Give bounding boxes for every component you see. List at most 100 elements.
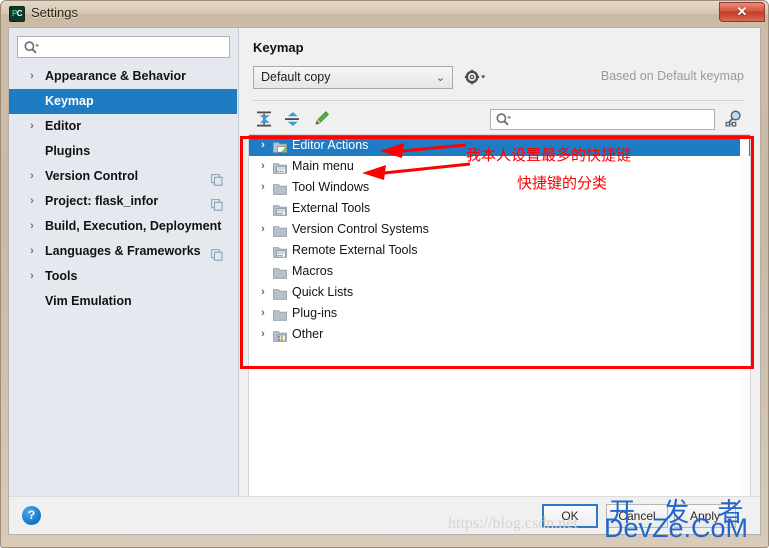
folder-other-icon [272,328,287,342]
sidebar-item-label: Build, Execution, Deployment [45,219,222,233]
help-button[interactable]: ? [22,506,41,525]
chevron-right-icon[interactable]: › [257,282,269,303]
chevron-right-icon[interactable]: › [27,214,37,239]
chevron-right-icon[interactable]: › [257,303,269,324]
chevron-right-icon[interactable]: › [27,164,37,189]
chevron-right-icon[interactable]: › [27,189,37,214]
folder-icon [272,286,287,300]
copy-settings-icon[interactable] [211,195,223,211]
keymap-select-value: Default copy [261,70,331,84]
settings-sidebar: › Appearance & Behavior Keymap › Editor Plugi… [9,28,239,498]
tree-row[interactable]: › Main menu [249,156,750,177]
tree-row-label: Version Control Systems [292,222,429,236]
ok-button[interactable]: OK [542,504,598,528]
action-tree[interactable]: › Editor Actions › Main menu › Tool Windows Ex… [248,134,751,529]
expand-all-icon[interactable] [253,108,275,130]
keymap-select[interactable]: Default copy ⌄ [253,66,453,89]
folder-icon [272,265,287,279]
tree-row[interactable]: › Version Control Systems [249,219,750,240]
chevron-right-icon[interactable]: › [257,219,269,240]
page-title: Keymap [253,40,304,55]
tree-row-label: Remote External Tools [292,243,418,257]
copy-settings-icon[interactable] [211,245,223,261]
keymap-panel: Keymap Default copy ⌄ Based on Default k… [240,28,760,534]
dialog-content: › Appearance & Behavior Keymap › Editor Plugi… [8,27,761,535]
tree-row[interactable]: › Plug-ins [249,303,750,324]
dialog-footer: ? OK Cancel Apply [9,496,760,534]
action-tree-rows: › Editor Actions › Main menu › Tool Windows Ex… [249,135,750,345]
close-button[interactable]: ✕ [719,2,765,22]
search-icon [23,40,39,56]
keymap-toolbar [240,106,760,134]
action-search-input[interactable] [516,111,706,128]
sidebar-item-label: Languages & Frameworks [45,244,201,258]
tree-row[interactable]: › Quick Lists [249,282,750,303]
apply-button[interactable]: Apply [674,504,736,528]
window-title: Settings [31,5,78,20]
tree-row[interactable]: Macros [249,261,750,282]
sidebar-item-label: Keymap [45,94,94,108]
sidebar-item-editor[interactable]: › Editor [9,114,237,139]
tree-row-label: Quick Lists [292,285,354,299]
settings-window: PC Settings ✕ › Appearance & Behavior Keym… [0,0,769,548]
tree-row[interactable]: External Tools [249,198,750,219]
sidebar-item-version-control[interactable]: › Version Control [9,164,237,189]
sidebar-item-label: Vim Emulation [45,294,132,308]
search-icon [495,112,511,128]
sidebar-item-tools[interactable]: › Tools [9,264,237,289]
sidebar-item-label: Editor [45,119,82,133]
cancel-button[interactable]: Cancel [606,504,668,528]
edit-pencil-icon[interactable] [310,108,332,130]
tree-row-label: Plug-ins [292,306,338,320]
sidebar-search-box[interactable] [17,36,230,58]
action-search-box[interactable] [490,109,715,130]
folder-menu-icon [272,160,287,174]
tree-scrollbar[interactable] [740,136,749,527]
copy-settings-icon[interactable] [211,170,223,186]
collapse-all-icon[interactable] [281,108,303,130]
chevron-right-icon[interactable]: › [27,64,37,89]
sidebar-item-label: Tools [45,269,78,283]
tree-row[interactable]: › Other [249,324,750,345]
folder-tools-icon [272,202,287,216]
tree-row-label: Main menu [292,159,354,173]
based-on-label: Based on Default keymap [600,69,744,83]
gear-button[interactable] [463,68,487,86]
tree-row[interactable]: › Tool Windows [249,177,750,198]
sidebar-item-label: Plugins [45,144,91,158]
close-icon: ✕ [736,4,748,19]
sidebar-item-build-execution-deployment[interactable]: › Build, Execution, Deployment [9,214,237,239]
chevron-right-icon[interactable]: › [27,239,37,264]
folder-icon [272,223,287,237]
folder-icon [272,307,287,321]
pycharm-icon: PC [9,6,25,22]
chevron-right-icon[interactable]: › [257,156,269,177]
sidebar-item-vim-emulation[interactable]: Vim Emulation [9,289,237,314]
divider [253,100,744,101]
tree-row-label: Other [292,327,324,341]
sidebar-item-plugins[interactable]: Plugins [9,139,237,164]
sidebar-item-project-flask-infor[interactable]: › Project: flask_infor [9,189,237,214]
sidebar-item-label: Project: flask_infor [45,194,159,208]
chevron-right-icon[interactable]: › [257,324,269,345]
sidebar-item-languages-frameworks[interactable]: › Languages & Frameworks [9,239,237,264]
window-titlebar[interactable]: PC Settings ✕ [1,1,768,27]
chevron-right-icon[interactable]: › [257,135,269,156]
chevron-right-icon[interactable]: › [27,264,37,289]
sidebar-item-list: › Appearance & Behavior Keymap › Editor Plugi… [9,64,237,498]
sidebar-item-label: Appearance & Behavior [45,69,187,83]
find-by-shortcut-icon[interactable] [723,108,745,130]
chevron-right-icon[interactable]: › [27,114,37,139]
tree-row[interactable]: › Editor Actions [249,135,750,156]
folder-tools-icon [272,244,287,258]
sidebar-item-keymap[interactable]: Keymap [9,89,237,114]
chevron-right-icon[interactable]: › [257,177,269,198]
tree-row[interactable]: Remote External Tools [249,240,750,261]
tree-row-label: Editor Actions [292,138,369,152]
folder-editor-icon [272,139,288,153]
tree-row-label: Macros [292,264,333,278]
search-input[interactable] [44,39,224,56]
sidebar-item-appearance-behavior[interactable]: › Appearance & Behavior [9,64,237,89]
sidebar-item-label: Version Control [45,169,139,183]
tree-row-label: Tool Windows [292,180,370,194]
